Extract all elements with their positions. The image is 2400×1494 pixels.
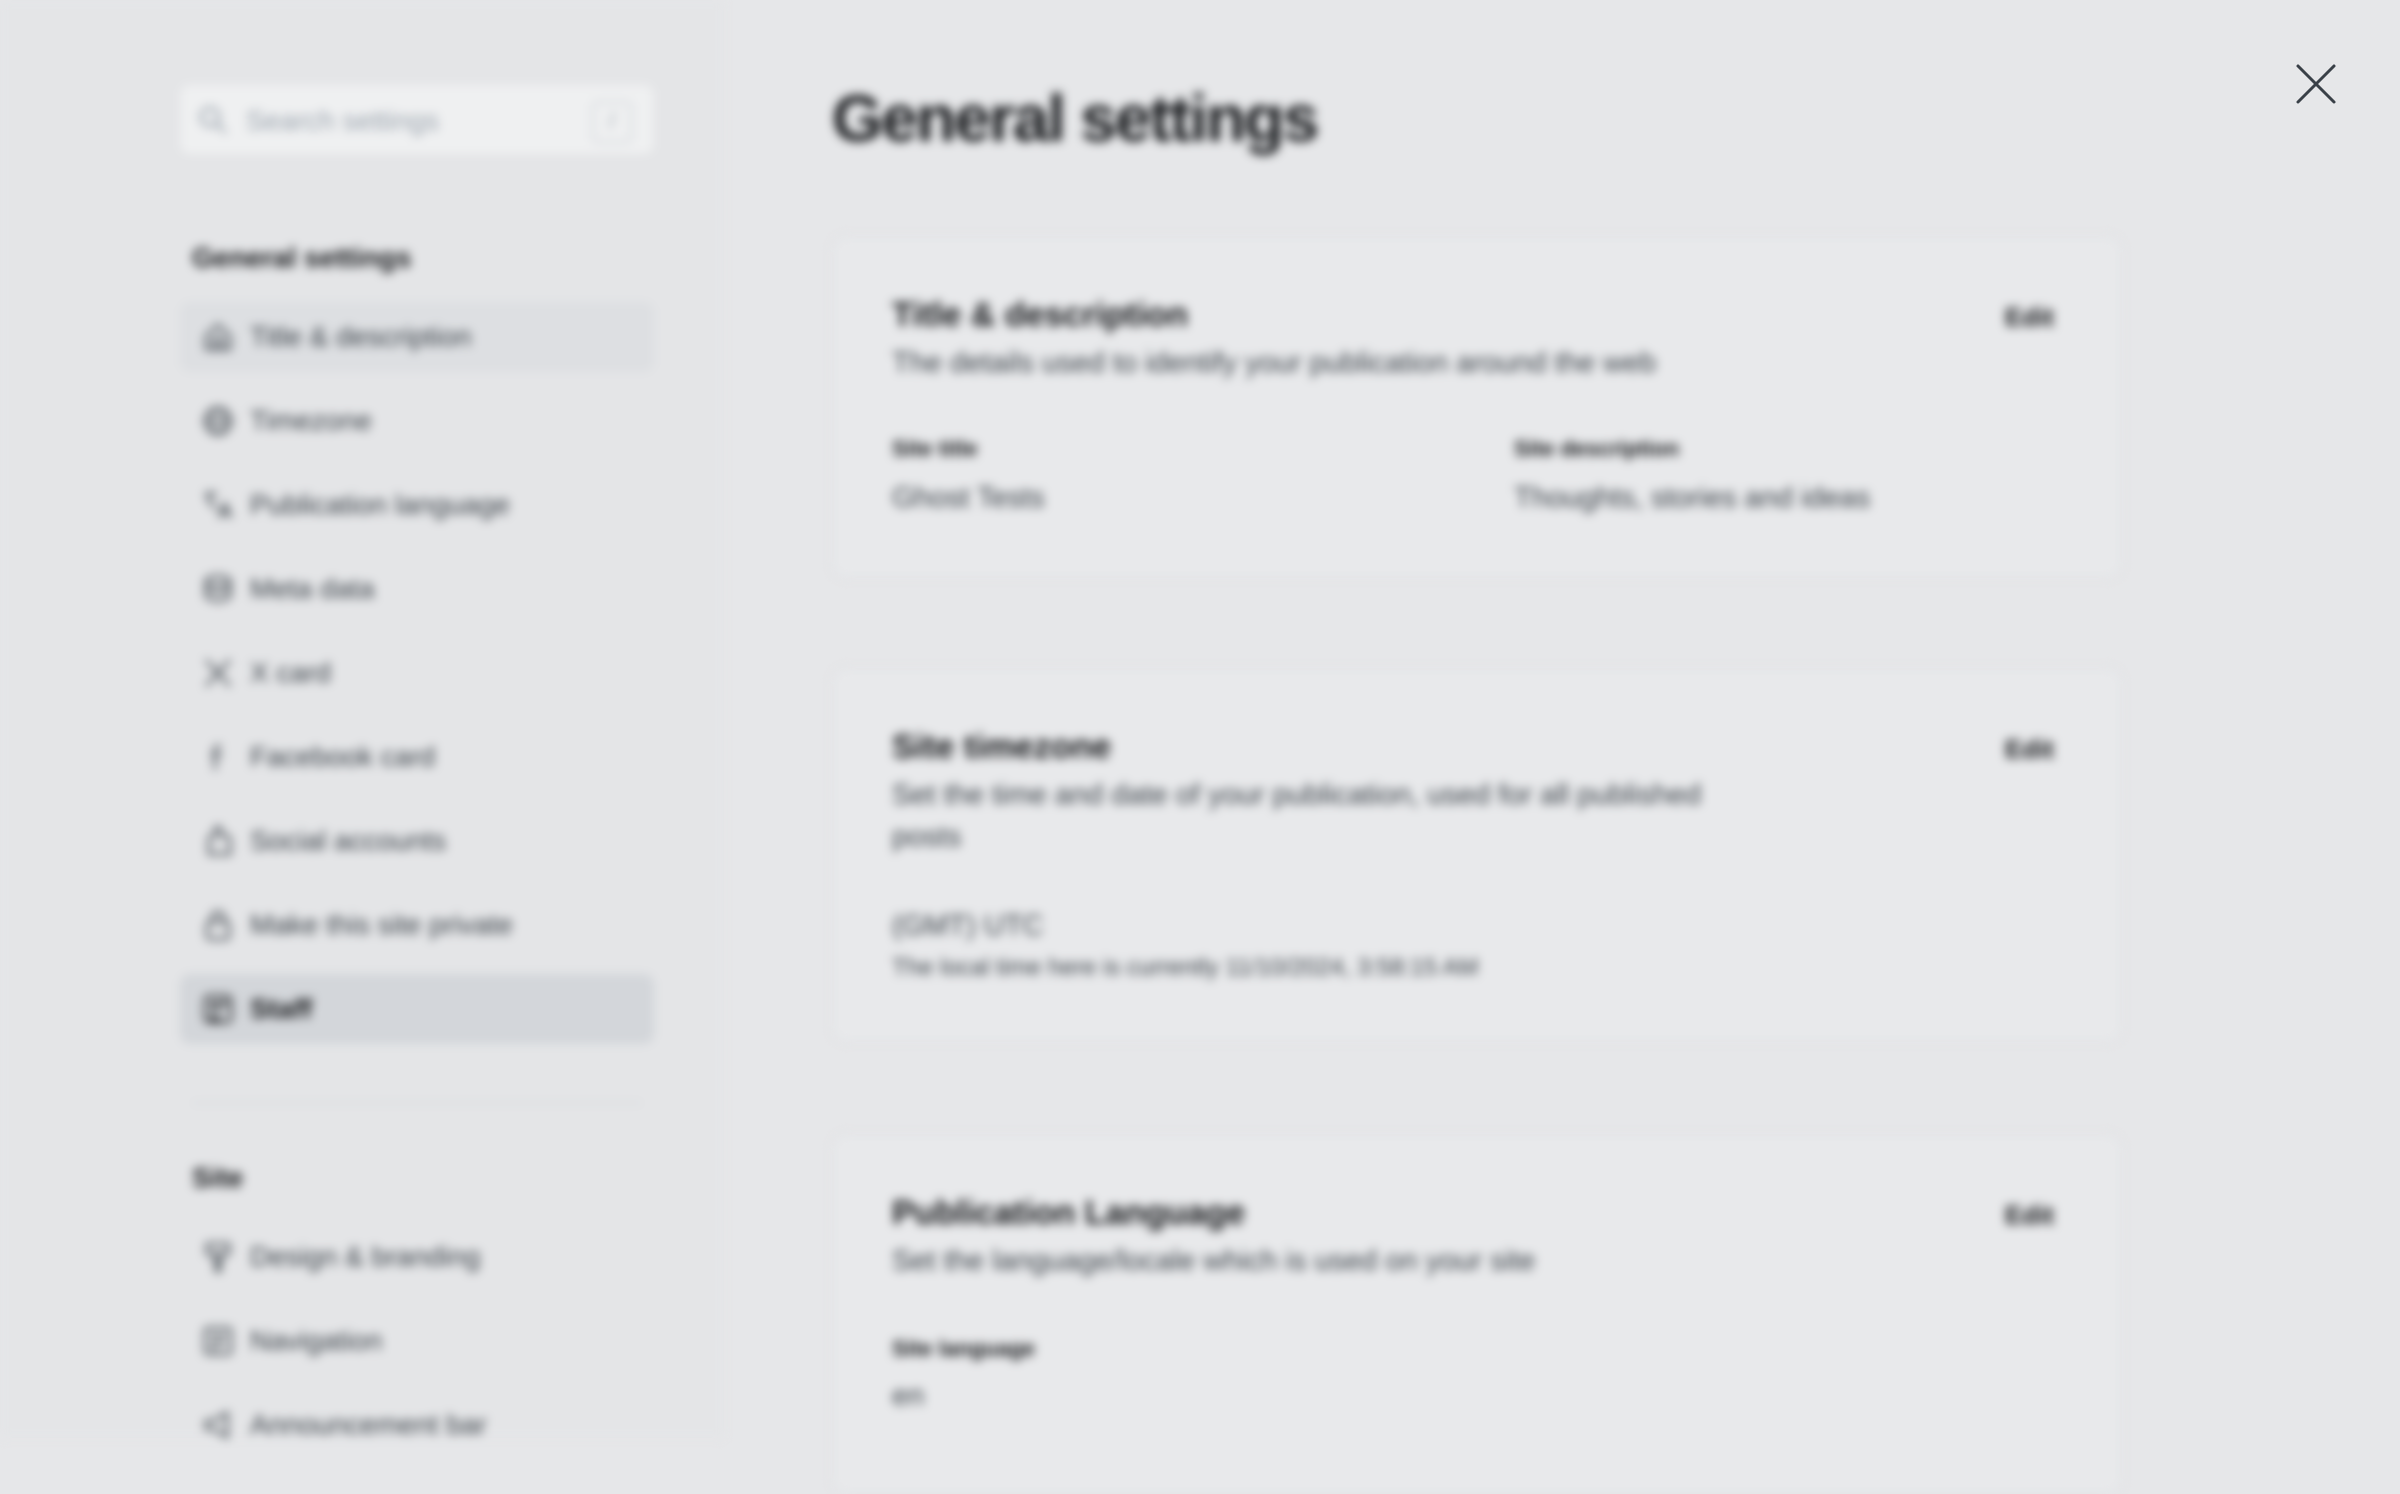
site-description-label: Site description	[1514, 436, 1680, 461]
sidebar-item-label: Title & description	[250, 321, 472, 352]
home-icon	[200, 319, 236, 355]
sidebar-item-design-branding[interactable]: Design & branding	[180, 1222, 654, 1292]
sidebar-item-label: Publication language	[250, 489, 510, 520]
site-title-label: Site title	[892, 436, 978, 461]
sidebar-item-label: Facebook card	[250, 741, 436, 772]
site-language-label: Site language	[892, 1336, 1036, 1361]
staff-icon	[200, 991, 236, 1027]
sidebar-divider	[192, 1102, 642, 1104]
sidebar-item-label: Design & branding	[250, 1241, 481, 1272]
close-button[interactable]	[2292, 60, 2340, 108]
sidebar-item-make-site-private[interactable]: Make this site private	[180, 890, 654, 960]
sidebar-item-social-accounts[interactable]: Social accounts	[180, 806, 654, 876]
blurred-background-layer: / General settings Title & description T…	[0, 0, 2400, 1494]
card-description: Set the language/locale which is used on…	[892, 1245, 1536, 1277]
site-language-value: en	[892, 1380, 925, 1412]
card-description-line1: Set the time and date of your publicatio…	[892, 779, 1702, 811]
facebook-icon	[200, 739, 236, 775]
edit-button[interactable]: Edit	[2005, 302, 2054, 333]
settings-sidebar: / General settings Title & description T…	[0, 0, 724, 1440]
sidebar-item-navigation[interactable]: Navigation	[180, 1306, 654, 1376]
sidebar-item-label: X card	[250, 657, 331, 688]
keyboard-shortcut-hint: /	[592, 101, 632, 143]
general-settings-heading: General settings	[192, 242, 412, 273]
close-icon	[2296, 64, 2336, 104]
title-description-card: Title & description Edit The details use…	[832, 236, 2122, 578]
edit-button[interactable]: Edit	[2005, 1200, 2054, 1231]
globe-icon	[200, 403, 236, 439]
page-title: General settings	[832, 81, 1319, 155]
site-title-value: Ghost Tests	[892, 482, 1045, 514]
sidebar-item-announcement-bar[interactable]: Announcement bar	[180, 1390, 654, 1460]
x-logo-icon	[200, 655, 236, 691]
search-input[interactable]	[244, 85, 568, 157]
sidebar-item-label: Make this site private	[250, 909, 513, 940]
sidebar-item-timezone[interactable]: Timezone	[180, 386, 654, 456]
site-description-value: Thoughts, stories and ideas	[1514, 482, 1871, 514]
database-icon	[200, 571, 236, 607]
card-description-line2: posts	[892, 821, 962, 853]
sidebar-item-label: Staff	[250, 993, 313, 1024]
card-title: Publication Language	[892, 1194, 1246, 1232]
edit-button[interactable]: Edit	[2005, 734, 2054, 765]
sidebar-item-label: Social accounts	[250, 825, 447, 856]
sidebar-item-x-card[interactable]: X card	[180, 638, 654, 708]
sidebar-item-label: Timezone	[250, 405, 372, 436]
sidebar-item-title-description[interactable]: Title & description	[180, 302, 654, 372]
sidebar-item-label: Announcement bar	[250, 1409, 487, 1440]
sidebar-item-staff[interactable]: Staff	[180, 974, 654, 1044]
card-title: Title & description	[892, 296, 1188, 334]
sidebar-item-meta-data[interactable]: Meta data	[180, 554, 654, 624]
sidebar-item-facebook-card[interactable]: Facebook card	[180, 722, 654, 792]
site-heading: Site	[192, 1162, 244, 1193]
sidebar-item-label: Navigation	[250, 1325, 383, 1356]
sidebar-item-publication-language[interactable]: Publication language	[180, 470, 654, 540]
navigation-icon	[200, 1323, 236, 1359]
site-timezone-card: Site timezone Edit Set the time and date…	[832, 668, 2122, 1042]
brush-icon	[200, 1239, 236, 1275]
card-title: Site timezone	[892, 728, 1112, 766]
translate-icon	[200, 487, 236, 523]
timezone-value: (GMT) UTC	[892, 910, 1044, 942]
local-time-note: The local time here is currently 11/10/2…	[892, 954, 1479, 981]
sidebar-item-label: Meta data	[250, 573, 375, 604]
search-icon	[199, 106, 227, 134]
publication-language-card: Publication Language Edit Set the langua…	[832, 1134, 2122, 1494]
lock-icon	[200, 907, 236, 943]
card-description: The details used to identify your public…	[892, 347, 1657, 379]
hand-icon	[200, 823, 236, 859]
search-box[interactable]: /	[180, 85, 654, 157]
